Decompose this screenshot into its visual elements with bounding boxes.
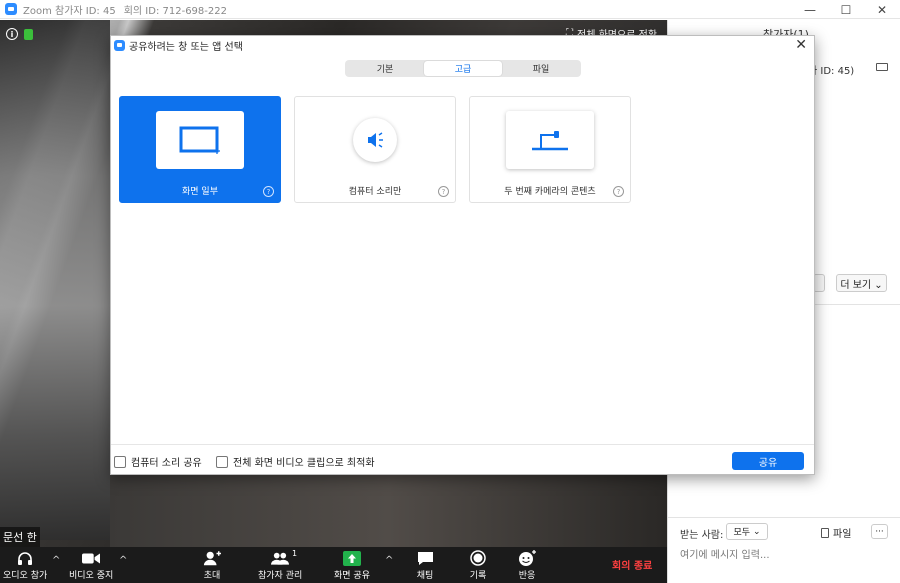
help-icon[interactable]: ? — [613, 186, 624, 197]
card-label: 두 번째 카메라의 콘텐츠 — [504, 187, 596, 197]
record-button[interactable]: 기록 — [469, 550, 487, 581]
chat-more-button[interactable]: ··· — [871, 524, 888, 539]
emoji-add-icon — [518, 550, 536, 566]
participants-icon — [271, 550, 290, 566]
join-audio-button[interactable]: 오디오 참가 — [3, 550, 47, 581]
document-camera-icon — [506, 111, 594, 169]
share-screen-button[interactable]: 화면 공유 — [334, 550, 370, 581]
help-icon[interactable]: ? — [438, 186, 449, 197]
chat-recipient-select[interactable]: 모두 ⌄ — [726, 523, 768, 540]
checkbox-label: 전체 화면 비디오 클립으로 최적화 — [233, 458, 375, 469]
file-icon — [821, 527, 829, 538]
optimize-video-checkbox[interactable]: 전체 화면 비디오 클립으로 최적화 — [216, 454, 375, 469]
stop-video-button[interactable]: 비디오 중지 — [69, 550, 113, 581]
record-icon — [469, 550, 487, 566]
window-title: Zoom 참가자 ID: 45 — [23, 5, 116, 17]
meeting-toolbar: 오디오 참가 ^ 비디오 중지 ^ 초대 참가자 관리 1 화면 공유 ^ 채팅 — [0, 547, 667, 583]
chevron-down-icon: ⌄ — [753, 526, 761, 537]
more-button[interactable]: 더 보기 ⌄ — [836, 274, 887, 292]
chat-input[interactable]: 여기에 메시지 입력... — [680, 546, 770, 561]
audio-options-caret[interactable]: ^ — [52, 555, 60, 566]
video-options-caret[interactable]: ^ — [119, 555, 127, 566]
chat-to-label: 받는 사람: — [680, 530, 724, 541]
window-controls: — ☐ ✕ — [792, 0, 900, 19]
info-icon[interactable]: i — [6, 28, 18, 40]
end-meeting-button[interactable]: 회의 종료 — [612, 557, 652, 572]
participant-name-tag: 문선 한 — [0, 527, 40, 547]
participants-count-badge: 1 — [292, 549, 298, 558]
share-options-caret[interactable]: ^ — [385, 555, 393, 566]
chat-button[interactable]: 채팅 — [416, 550, 434, 581]
card-label: 컴퓨터 소리만 — [348, 187, 402, 197]
share-tabs: 기본 고급 파일 — [345, 60, 581, 77]
checkbox-label: 컴퓨터 소리 공유 — [131, 458, 202, 469]
zoom-app-icon — [114, 39, 125, 51]
file-button[interactable]: 파일 — [821, 525, 851, 540]
share-option-second-camera[interactable]: 두 번째 카메라의 콘텐츠 ? — [469, 96, 631, 203]
share-button[interactable]: 공유 — [732, 452, 804, 470]
headphone-icon — [16, 550, 34, 566]
video-camera-icon — [82, 550, 101, 566]
screen-portion-icon — [156, 111, 244, 169]
zoom-app-icon — [5, 3, 17, 15]
window-titlebar: Zoom 참가자 ID: 45 회의 ID: 712-698-222 — ☐ ✕ — [0, 0, 900, 19]
share-option-computer-sound[interactable]: 컴퓨터 소리만 ? — [294, 96, 456, 203]
checkbox-box[interactable] — [216, 455, 228, 468]
encryption-lock-icon[interactable] — [24, 29, 33, 40]
close-window-button[interactable]: ✕ — [864, 0, 900, 19]
minimize-button[interactable]: — — [792, 0, 828, 19]
share-computer-sound-checkbox[interactable]: 컴퓨터 소리 공유 — [114, 454, 202, 469]
dialog-title: 공유하려는 창 또는 앱 선택 — [129, 41, 243, 53]
tab-advanced[interactable]: 고급 — [424, 61, 502, 76]
chat-bubble-icon — [416, 550, 434, 566]
maximize-button[interactable]: ☐ — [828, 0, 864, 19]
speaker-icon — [353, 118, 397, 162]
share-option-portion-of-screen[interactable]: 화면 일부 ? — [119, 96, 281, 203]
camera-icon[interactable] — [876, 63, 888, 71]
dialog-close-button[interactable]: ✕ — [795, 37, 807, 53]
share-dialog: 공유하려는 창 또는 앱 선택 ✕ 기본 고급 파일 화면 일부 ? 컴퓨터 소… — [110, 35, 815, 475]
checkbox-box[interactable] — [114, 455, 126, 468]
tab-files[interactable]: 파일 — [502, 61, 580, 76]
help-icon[interactable]: ? — [263, 186, 274, 197]
reactions-button[interactable]: 반응 — [518, 550, 536, 581]
meeting-id: 회의 ID: 712-698-222 — [123, 5, 227, 17]
share-screen-icon — [342, 550, 361, 566]
card-label: 화면 일부 — [182, 187, 218, 197]
tab-basic[interactable]: 기본 — [346, 61, 424, 76]
invite-button[interactable]: 초대 — [203, 550, 221, 581]
dialog-titlebar: 공유하려는 창 또는 앱 선택 — [111, 36, 816, 54]
add-user-icon — [203, 550, 221, 566]
